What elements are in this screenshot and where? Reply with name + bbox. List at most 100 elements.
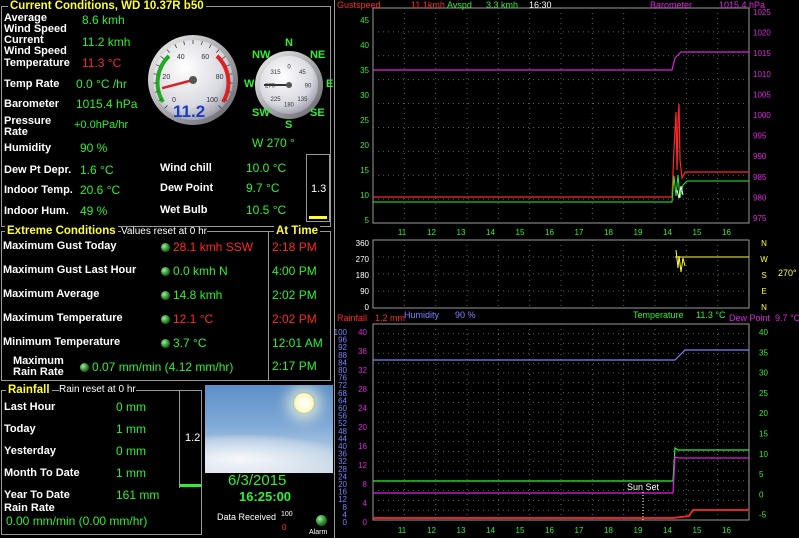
- bottom-mid-tick: 20: [358, 423, 367, 432]
- mid-left-tick: 180: [356, 271, 370, 280]
- barometer-value: 1015.4 hPa: [76, 97, 138, 111]
- bottom-mid-tick: 36: [358, 347, 367, 356]
- bottom-hour-tick: 14: [486, 526, 495, 535]
- compass-letter-s: S: [285, 119, 293, 131]
- barometer-graph-label: Barometer: [650, 0, 693, 10]
- bottom-mid-tick: 16: [358, 442, 367, 451]
- humidity-graph-value: 90 %: [455, 310, 476, 320]
- speed-tick-label: 40: [177, 54, 185, 61]
- rain-row-label: Yesterday: [4, 445, 56, 457]
- top-hour-tick: 17: [575, 228, 584, 237]
- bottom-hour-tick: 14: [663, 526, 672, 535]
- dew-point-graph-value: 9.7 °C: [775, 313, 799, 323]
- wind-chill-value: 10.0 °C: [246, 161, 287, 175]
- humidity-graph-label: Humidity: [404, 310, 440, 320]
- top-right-tick: 985: [753, 173, 767, 182]
- extreme-indicator-led: [80, 363, 89, 372]
- bottom-right-tick: -5: [759, 511, 767, 520]
- extreme-time: 4:00 PM: [272, 264, 317, 278]
- extreme-value: 3.7 °C: [173, 336, 207, 350]
- wind-bar-value: 1.3: [311, 183, 327, 195]
- extreme-indicator-led: [161, 243, 170, 252]
- barometer-label: Barometer: [4, 98, 60, 110]
- bottom-right-tick: 15: [759, 430, 768, 439]
- top-right-tick: 995: [753, 132, 767, 141]
- bottom-mid-tick: 8: [363, 480, 368, 489]
- rainfall-subtitle: Rain reset at 0 hr: [59, 384, 136, 395]
- bottom-right-tick: 5: [759, 470, 764, 479]
- compass-tick-label: 45: [299, 70, 306, 76]
- top-right-tick: 1010: [753, 70, 771, 79]
- extreme-label: Maximum Rain Rate: [13, 355, 64, 378]
- compass-tick-label: 225: [271, 97, 282, 103]
- pressure-rate-value: +0.0hPa/hr: [74, 119, 129, 131]
- bottom-right-tick: 30: [759, 369, 768, 378]
- rain-rate-label: Rain Rate: [4, 502, 55, 514]
- current-conditions-title: Current Conditions, WD 10.37R b50: [8, 0, 206, 12]
- bottom-hour-tick: 19: [634, 526, 643, 535]
- rain-row-label: Month To Date: [4, 467, 80, 479]
- mid-left-tick: 360: [356, 239, 370, 248]
- extreme-value: 12.1 °C: [173, 312, 214, 326]
- graphs-area: 4540353025201510510251020101510101005100…: [335, 7, 771, 535]
- temperature-graph-value: 11.3 °C: [696, 310, 726, 320]
- extreme-time: 2:02 PM: [272, 288, 317, 302]
- speed-tick-label: 80: [216, 74, 224, 81]
- compass-letter-n: N: [285, 37, 293, 49]
- sunset-label: Sun Set: [627, 482, 660, 492]
- mid-right-letter: N: [761, 303, 767, 312]
- dew-point-graph-label: Dew Point: [729, 313, 771, 323]
- extreme-value: 28.1 kmh SSW: [173, 240, 254, 254]
- top-left-tick: 45: [360, 16, 369, 25]
- pressure-rate-label: Pressure Rate: [4, 115, 52, 138]
- humidity-label: Humidity: [4, 142, 52, 154]
- data-received-zero: 0: [282, 523, 287, 532]
- bottom-mid-tick: 32: [358, 366, 367, 375]
- top-hour-tick: 14: [486, 228, 495, 237]
- top-hour-tick: 16: [545, 228, 554, 237]
- top-hour-tick: 18: [604, 228, 613, 237]
- alarm-led[interactable]: [316, 515, 327, 526]
- alarm-label: Alarm: [309, 529, 328, 536]
- compass-letter-sw: SW: [252, 106, 270, 119]
- rain-row-label: Year To Date: [4, 489, 70, 501]
- dew-depression-value: 1.6 °C: [80, 163, 114, 177]
- bottom-hour-tick: 12: [427, 526, 436, 535]
- bottom-hour-tick: 18: [604, 526, 613, 535]
- rain-bar-fill: [180, 484, 201, 487]
- dew-point-value: 9.7 °C: [246, 181, 280, 195]
- avg-speed-label: Avspd: [447, 0, 472, 10]
- top-right-tick: 1020: [753, 29, 771, 38]
- barometer-trace: [373, 51, 749, 71]
- extremes-title: Extreme Conditions: [5, 225, 118, 237]
- rainfall-graph-label: Rainfall: [337, 313, 368, 323]
- rain-row-value: 161 mm: [116, 488, 160, 502]
- bottom-right-tick: 0: [759, 490, 764, 499]
- top-hour-tick: 12: [427, 228, 436, 237]
- extreme-label: Maximum Average: [3, 288, 100, 300]
- data-received-count: 100: [281, 511, 293, 518]
- mid-left-tick: 0: [365, 303, 370, 312]
- top-hour-tick: 16: [722, 228, 731, 237]
- compass-tick-label: 180: [284, 103, 295, 109]
- speed-tick-label: 100: [206, 97, 218, 104]
- extreme-indicator-led: [161, 291, 170, 300]
- top-left-tick: 40: [360, 41, 369, 50]
- top-right-tick: 1005: [753, 90, 771, 99]
- top-left-tick: 10: [360, 191, 369, 200]
- mid-left-tick: 270: [356, 255, 370, 264]
- rain-row-label: Last Hour: [4, 401, 56, 413]
- bottom-mid-tick: 12: [358, 461, 367, 470]
- bottom-right-tick: 25: [759, 389, 768, 398]
- indoor-humidity-label: Indoor Hum.: [4, 205, 69, 217]
- rain-row-value: 1 mm: [116, 422, 146, 436]
- bottom-left-tick: 0: [343, 518, 348, 527]
- avg-wind-label: Average Wind Speed: [4, 12, 67, 35]
- sun-icon: [293, 392, 315, 414]
- humidity-value: 90 %: [80, 141, 108, 155]
- extremes-time-separator: [268, 231, 269, 381]
- top-hour-tick: 15: [516, 228, 525, 237]
- extreme-indicator-led: [161, 315, 170, 324]
- top-left-tick: 25: [360, 116, 369, 125]
- bottom-mid-tick: 4: [363, 499, 368, 508]
